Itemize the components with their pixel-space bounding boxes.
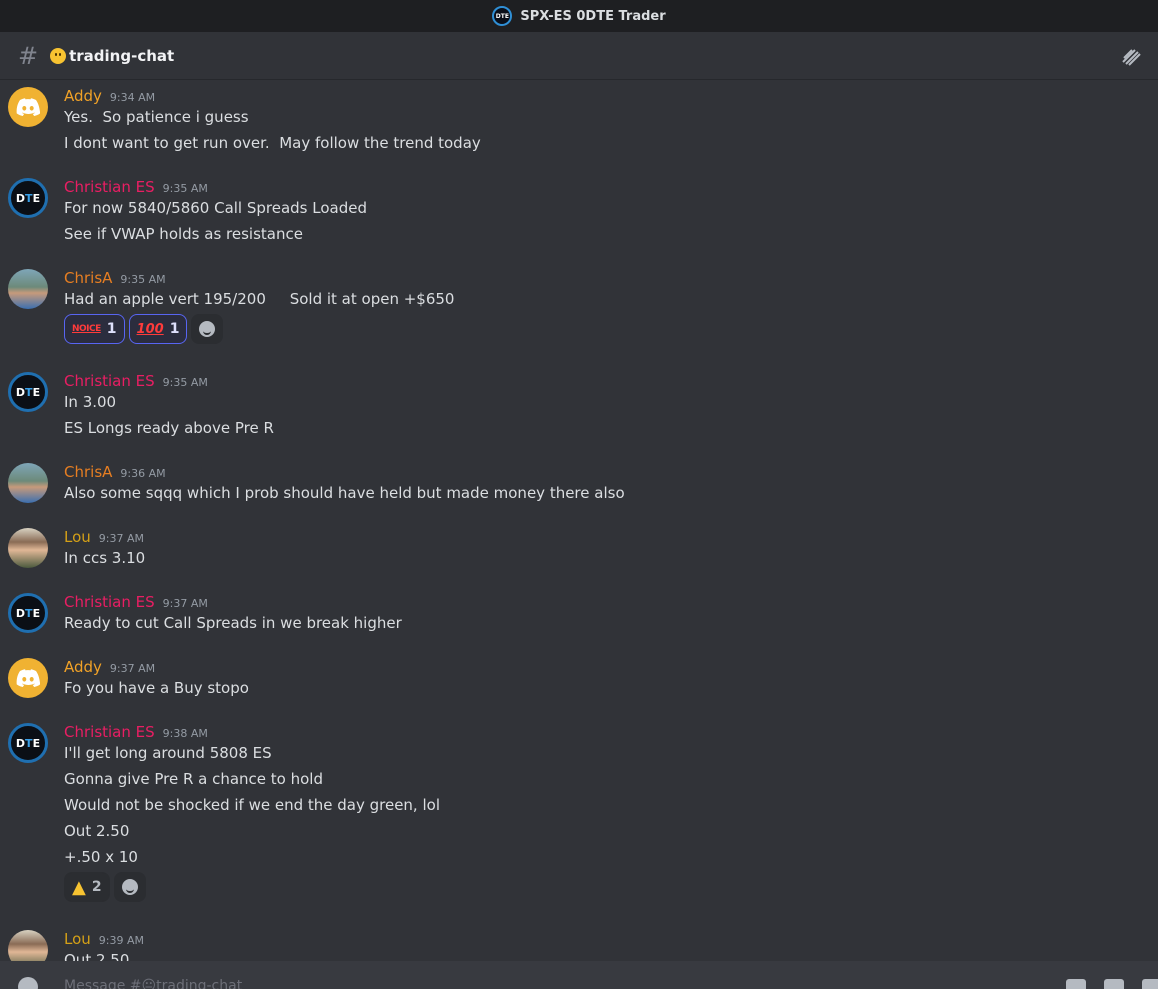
timestamp: 9:34 AM	[109, 91, 156, 104]
message-input[interactable]: Message #😐trading-chat	[64, 978, 242, 989]
attach-plus-icon[interactable]	[18, 977, 38, 989]
message-text: I dont want to get run over. May follow …	[64, 134, 481, 152]
reaction-count: 1	[106, 321, 117, 337]
author-name[interactable]: ChrisA	[64, 463, 112, 481]
avatar[interactable]	[8, 528, 48, 568]
avatar[interactable]: DTE	[8, 723, 48, 763]
author-name[interactable]: Christian ES	[64, 372, 155, 390]
add-reaction-button[interactable]	[191, 314, 224, 344]
message-header: Christian ES 9:37 AM	[64, 593, 208, 613]
timestamp: 9:35 AM	[162, 376, 208, 389]
noice-emoji-icon: NOICE	[72, 324, 101, 334]
message-text: Out 2.50	[64, 822, 130, 840]
reaction-bar: NOICE 1 100 1	[64, 314, 224, 344]
author-name[interactable]: Lou	[64, 930, 91, 948]
add-reaction-icon	[199, 321, 216, 337]
reaction-count: 2	[91, 879, 102, 895]
add-reaction-button[interactable]	[113, 872, 146, 902]
timestamp: 9:35 AM	[162, 182, 208, 195]
author-name[interactable]: Addy	[64, 658, 102, 676]
discord-logo-icon	[16, 669, 40, 687]
timestamp: 9:39 AM	[98, 934, 144, 947]
hundred-emoji-icon: 100	[136, 321, 164, 337]
timestamp: 9:38 AM	[162, 727, 208, 740]
message-header: Lou 9:39 AM	[64, 930, 144, 950]
avatar[interactable]	[8, 87, 48, 127]
timestamp: 9:37 AM	[109, 662, 156, 675]
add-reaction-icon	[121, 879, 138, 895]
author-name[interactable]: Lou	[64, 528, 91, 546]
server-icon: DTE	[492, 6, 513, 26]
message-text: See if VWAP holds as resistance	[64, 225, 303, 243]
timestamp: 9:37 AM	[98, 532, 144, 545]
message-header: Christian ES 9:35 AM	[64, 372, 208, 392]
message-composer: Message #😐trading-chat	[0, 961, 1158, 989]
message-list: Addy 9:34 AM Yes. So patience i guess I …	[0, 81, 1158, 961]
message-header: Addy 9:37 AM	[64, 658, 155, 678]
message-text: Gonna give Pre R a chance to hold	[64, 770, 323, 788]
hash-icon: #	[18, 41, 39, 70]
message-text: ES Longs ready above Pre R	[64, 419, 274, 437]
message-text: Yes. So patience i guess	[64, 108, 249, 126]
timestamp: 9:35 AM	[120, 273, 166, 286]
window-title: SPX-ES 0DTE Trader	[520, 8, 666, 24]
avatar[interactable]	[8, 658, 48, 698]
message-text: Fo you have a Buy stopo	[64, 679, 249, 697]
timestamp: 9:36 AM	[120, 467, 166, 480]
message-header: Christian ES 9:38 AM	[64, 723, 208, 743]
window-titlebar: DTE SPX-ES 0DTE Trader	[0, 0, 1158, 32]
message-text: Would not be shocked if we end the day g…	[64, 796, 440, 814]
gif-icon[interactable]	[1104, 979, 1124, 989]
thumbs-up-icon: ▲	[72, 876, 86, 898]
author-name[interactable]: Christian ES	[64, 723, 155, 741]
avatar[interactable]: DTE	[8, 593, 48, 633]
message-header: Christian ES 9:35 AM	[64, 178, 208, 198]
reaction-noice[interactable]: NOICE 1	[64, 314, 125, 344]
message-text: In 3.00	[64, 393, 117, 411]
avatar[interactable]: DTE	[8, 372, 48, 412]
message-text: Out 2.50	[64, 951, 130, 961]
neutral-face-icon	[50, 47, 67, 64]
message-text: Had an apple vert 195/200 Sold it at ope…	[64, 290, 455, 308]
author-name[interactable]: Christian ES	[64, 593, 155, 611]
reaction-100[interactable]: 100 1	[128, 314, 188, 344]
author-name[interactable]: Addy	[64, 87, 102, 105]
message-header: Addy 9:34 AM	[64, 87, 155, 107]
avatar[interactable]	[8, 269, 48, 309]
message-text: +.50 x 10	[64, 848, 138, 866]
discord-logo-icon	[16, 98, 40, 116]
avatar[interactable]: DTE	[8, 178, 48, 218]
author-name[interactable]: Christian ES	[64, 178, 155, 196]
channel-header: # trading-chat	[0, 32, 1158, 80]
message-text: In ccs 3.10	[64, 549, 146, 567]
timestamp: 9:37 AM	[162, 597, 208, 610]
author-name[interactable]: ChrisA	[64, 269, 112, 287]
sticker-icon[interactable]	[1142, 979, 1158, 989]
message-header: ChrisA 9:35 AM	[64, 269, 166, 289]
message-text: Also some sqqq which I prob should have …	[64, 484, 625, 502]
threads-icon[interactable]	[1120, 46, 1142, 66]
message-text: For now 5840/5860 Call Spreads Loaded	[64, 199, 368, 217]
reaction-bar: ▲ 2	[64, 872, 146, 902]
message-header: ChrisA 9:36 AM	[64, 463, 166, 483]
message-header: Lou 9:37 AM	[64, 528, 144, 548]
gift-icon[interactable]	[1066, 979, 1086, 989]
channel-name: trading-chat	[69, 46, 175, 65]
avatar[interactable]	[8, 463, 48, 503]
message-text: Ready to cut Call Spreads in we break hi…	[64, 614, 402, 632]
reaction-thumbs-up[interactable]: ▲ 2	[64, 872, 110, 902]
reaction-count: 1	[169, 321, 180, 337]
avatar[interactable]	[8, 930, 48, 961]
message-text: I'll get long around 5808 ES	[64, 744, 272, 762]
